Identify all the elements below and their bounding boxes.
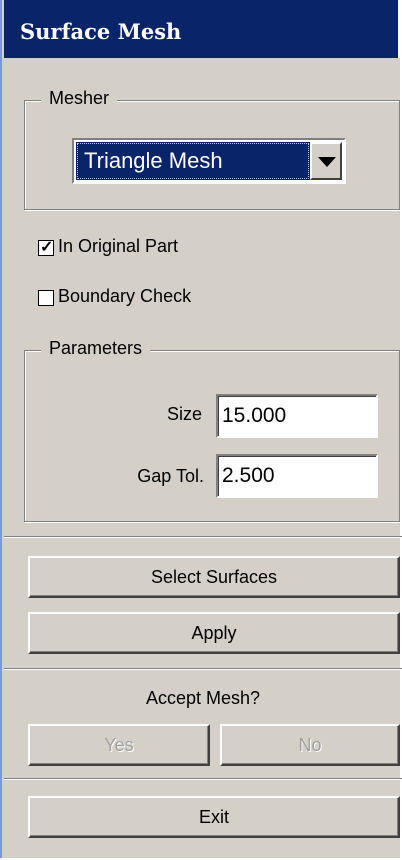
gap-tol-label: Gap Tol. bbox=[137, 466, 204, 486]
boundary-check-label: Boundary Check bbox=[58, 286, 192, 306]
mesher-group-label: Mesher bbox=[41, 88, 118, 109]
size-input[interactable]: 15.000 bbox=[216, 394, 378, 438]
boundary-check-checkbox[interactable] bbox=[38, 290, 54, 306]
checkmark-icon: ✓ bbox=[40, 239, 54, 256]
panel-title-bar: Surface Mesh bbox=[4, 0, 402, 58]
size-label: Size bbox=[166, 404, 202, 424]
in-original-part-label: In Original Part bbox=[58, 236, 179, 256]
parameters-group-label: Parameters bbox=[41, 338, 151, 359]
in-original-part-checkbox[interactable]: ✓ bbox=[38, 239, 54, 256]
surface-mesh-panel: Surface Mesh Mesher Triangle Mesh ✓ In O… bbox=[0, 0, 402, 858]
accept-mesh-prompt: Accept Mesh? bbox=[145, 688, 261, 708]
select-surfaces-button[interactable]: Select Surfaces bbox=[28, 556, 400, 598]
mesher-dropdown[interactable]: Triangle Mesh bbox=[72, 138, 346, 184]
apply-button[interactable]: Apply bbox=[28, 612, 400, 654]
yes-button[interactable]: Yes bbox=[28, 724, 210, 766]
panel-title: Surface Mesh bbox=[20, 19, 182, 44]
no-button[interactable]: No bbox=[220, 724, 400, 766]
mesher-selected-value[interactable]: Triangle Mesh bbox=[76, 142, 310, 180]
exit-button[interactable]: Exit bbox=[28, 796, 400, 838]
dropdown-button[interactable] bbox=[310, 142, 342, 180]
gap-tol-input[interactable]: 2.500 bbox=[216, 454, 378, 498]
chevron-down-icon bbox=[318, 157, 336, 167]
